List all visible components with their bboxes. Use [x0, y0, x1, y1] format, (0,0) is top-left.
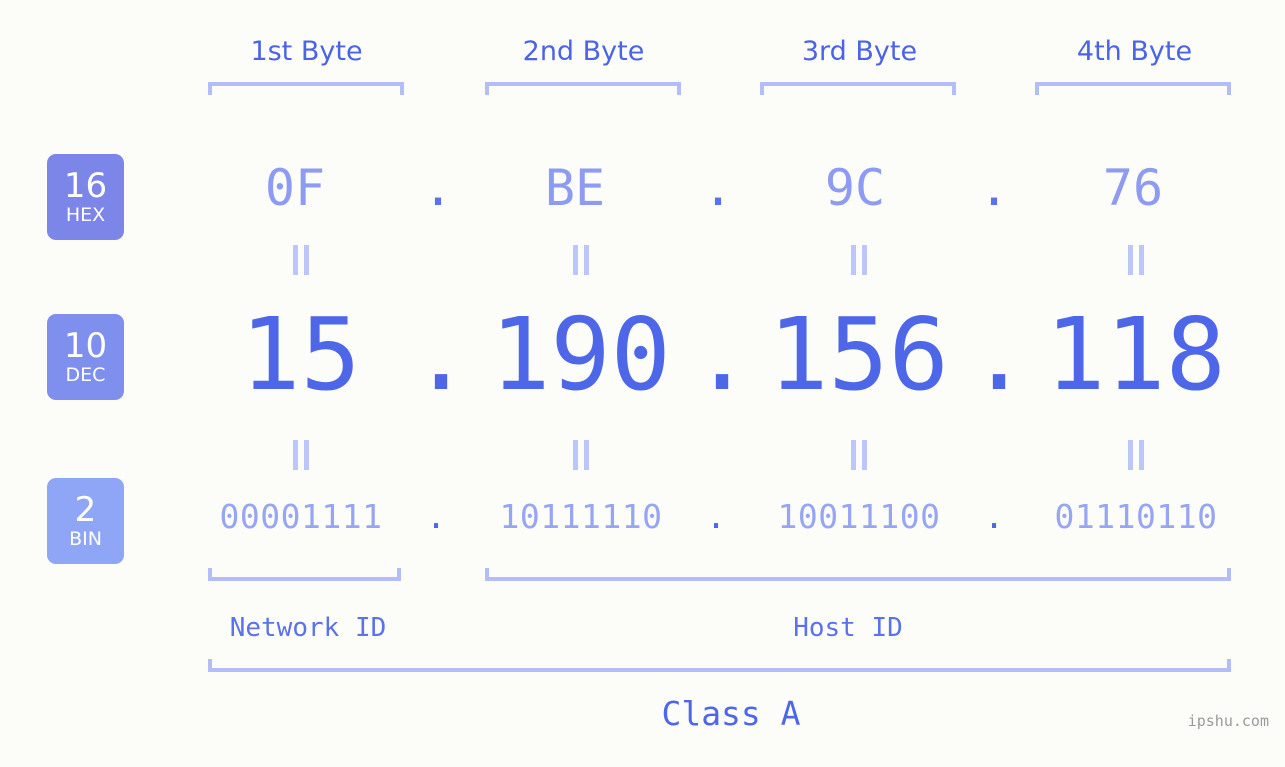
bin-byte-1: 00001111 — [219, 497, 383, 536]
equals-mark-dec-bin-2 — [568, 440, 594, 470]
base-badge-bin-name: BIN — [69, 528, 102, 551]
bin-separator-3: . — [984, 497, 1004, 536]
hex-byte-4: 76 — [1102, 159, 1164, 217]
hex-separator-1: . — [423, 159, 454, 217]
hex-separator-3: . — [979, 159, 1010, 217]
byte-header-4: 4th Byte — [1076, 36, 1193, 67]
bin-byte-4: 01110110 — [1054, 497, 1218, 536]
dec-byte-2: 190 — [490, 296, 671, 413]
base-badge-dec: 10 DEC — [47, 314, 124, 400]
site-watermark: ipshu.com — [1187, 712, 1269, 730]
base-badge-bin: 2 BIN — [47, 478, 124, 564]
equals-mark-hex-dec-2 — [568, 245, 594, 275]
network-id-label: Network ID — [229, 613, 387, 643]
bin-byte-3: 10011100 — [777, 497, 941, 536]
dec-byte-1: 15 — [240, 296, 361, 413]
equals-mark-hex-dec-3 — [846, 245, 872, 275]
bin-byte-2: 10111110 — [499, 497, 663, 536]
base-badge-hex: 16 HEX — [47, 154, 124, 240]
dec-separator-2: . — [692, 296, 753, 413]
byte-bracket-3 — [760, 82, 956, 95]
dec-separator-3: . — [969, 296, 1030, 413]
dec-byte-4: 118 — [1045, 296, 1226, 413]
base-badge-bin-number: 2 — [74, 489, 97, 530]
base-badge-dec-number: 10 — [63, 325, 108, 366]
bin-separator-2: . — [706, 497, 726, 536]
byte-bracket-1 — [208, 82, 404, 95]
byte-header-1: 1st Byte — [250, 36, 363, 67]
base-badge-hex-name: HEX — [65, 204, 106, 227]
byte-header-2: 2nd Byte — [522, 36, 645, 67]
hex-byte-1: 0F — [264, 159, 326, 217]
equals-mark-dec-bin-1 — [288, 440, 314, 470]
dec-separator-1: . — [411, 296, 472, 413]
host-id-label: Host ID — [793, 613, 903, 643]
class-label: Class A — [661, 694, 801, 733]
byte-bracket-2 — [485, 82, 681, 95]
ip-address-breakdown-diagram: 1st Byte 2nd Byte 3rd Byte 4th Byte 16 H… — [0, 0, 1285, 767]
equals-mark-dec-bin-4 — [1123, 440, 1149, 470]
byte-header-3: 3rd Byte — [801, 36, 918, 67]
equals-mark-dec-bin-3 — [846, 440, 872, 470]
bin-separator-1: . — [426, 497, 446, 536]
dec-byte-3: 156 — [768, 296, 949, 413]
hex-byte-3: 9C — [824, 159, 886, 217]
hex-separator-2: . — [703, 159, 734, 217]
equals-mark-hex-dec-4 — [1123, 245, 1149, 275]
base-badge-hex-number: 16 — [63, 165, 108, 206]
host-id-bracket — [485, 568, 1231, 581]
hex-byte-2: BE — [544, 159, 606, 217]
class-bracket — [208, 659, 1231, 672]
network-id-bracket — [208, 568, 401, 581]
equals-mark-hex-dec-1 — [288, 245, 314, 275]
byte-bracket-4 — [1035, 82, 1231, 95]
base-badge-dec-name: DEC — [65, 364, 106, 387]
